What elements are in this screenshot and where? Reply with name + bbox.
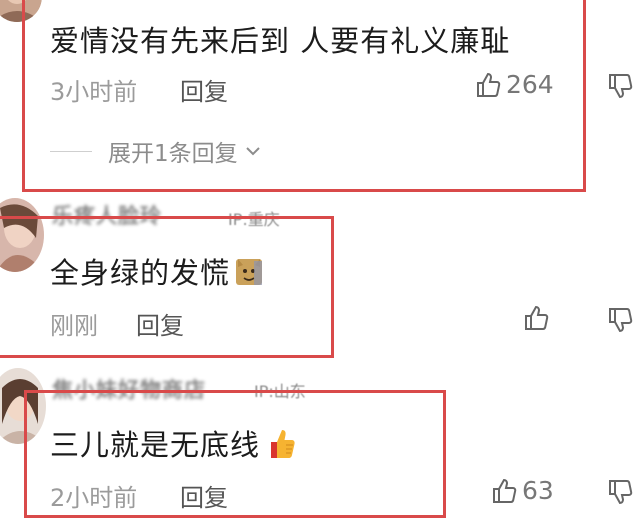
- thumbs-up-emoji: [262, 426, 298, 469]
- comment-text: 三儿就是无底线: [50, 422, 298, 469]
- comment-text-body: 全身绿的发慌: [50, 256, 231, 290]
- thumbs-up-icon: [474, 71, 502, 99]
- comment-text: 全身绿的发慌: [50, 250, 266, 296]
- thumbs-up-icon: [490, 477, 518, 505]
- comment-time: 3小时前: [50, 78, 138, 106]
- reply-button[interactable]: 回复: [180, 72, 228, 107]
- comment-text: 爱情没有先来后到 人要有礼义廉耻: [50, 24, 511, 58]
- dislike-button[interactable]: [606, 306, 634, 334]
- reply-button[interactable]: 回复: [180, 478, 228, 513]
- like-button[interactable]: 63: [490, 476, 554, 505]
- thumbs-down-icon: [606, 306, 634, 334]
- expand-replies-label: 展开1条回复: [108, 141, 238, 167]
- dislike-button[interactable]: [606, 478, 634, 506]
- cat-face-emoji: [232, 255, 266, 296]
- expand-replies-button[interactable]: 展开1条回复: [50, 134, 262, 168]
- comment-text-body: 三儿就是无底线: [50, 428, 261, 462]
- comment-time: 2小时前: [50, 484, 138, 512]
- chevron-down-icon: [244, 142, 262, 160]
- thumbs-down-icon: [606, 72, 634, 100]
- dislike-button[interactable]: [606, 72, 634, 100]
- comment-time: 刚刚: [50, 312, 98, 340]
- thumbs-up-icon: [522, 304, 550, 332]
- like-button[interactable]: [522, 304, 554, 332]
- like-button[interactable]: 264: [474, 70, 554, 99]
- like-count: 264: [506, 70, 554, 99]
- divider-line: [50, 150, 92, 152]
- thumbs-down-icon: [606, 478, 634, 506]
- reply-button[interactable]: 回复: [136, 306, 184, 341]
- like-count: 63: [522, 476, 554, 505]
